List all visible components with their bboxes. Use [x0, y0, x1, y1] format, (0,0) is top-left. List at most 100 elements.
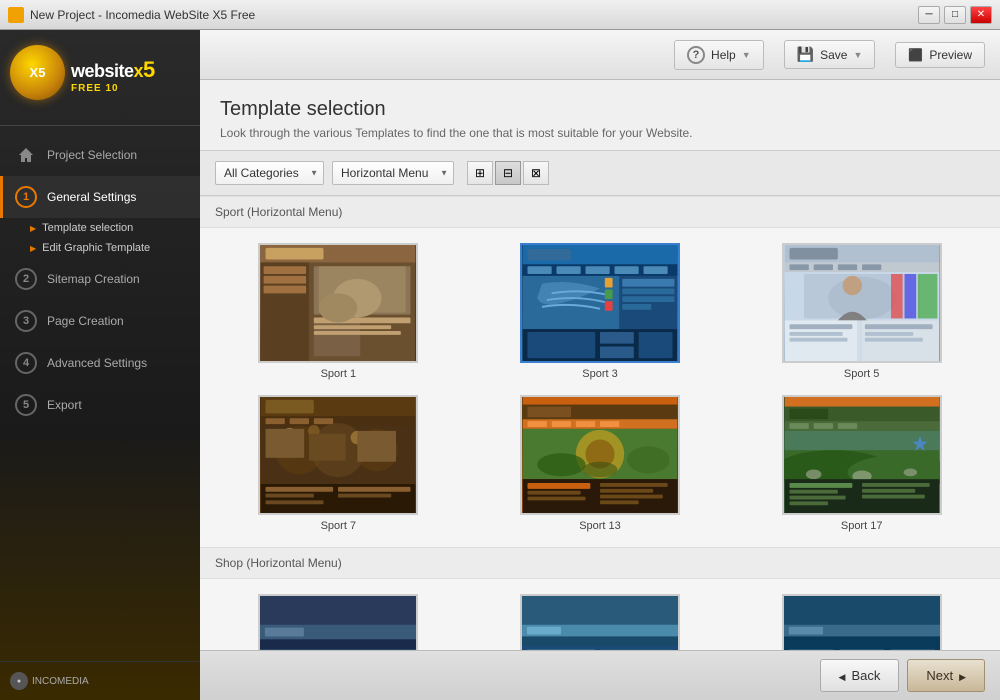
sidebar-item-export[interactable]: 5 Export: [0, 384, 200, 426]
back-button[interactable]: Back: [820, 659, 900, 692]
template-item-sport7[interactable]: Sport 7: [215, 395, 462, 532]
page-description: Look through the various Templates to fi…: [220, 126, 980, 140]
template-thumb-sport13[interactable]: [520, 395, 680, 515]
sidebar-item-page-creation[interactable]: 3 Page Creation: [0, 300, 200, 342]
template-item-shop3[interactable]: Shop 3: [738, 594, 985, 650]
preview-button[interactable]: ⬛ Preview: [895, 42, 985, 68]
page-title: Template selection: [220, 98, 980, 121]
help-button[interactable]: ? Help ▼: [674, 40, 764, 70]
save-button[interactable]: 💾 Save ▼: [784, 40, 876, 69]
sidebar-item-general-settings[interactable]: 1 General Settings: [0, 176, 200, 218]
sidebar-num-1: 1: [15, 186, 37, 208]
preview-label: Preview: [929, 48, 972, 62]
incomedia-badge: ● INCOMEDIA: [10, 672, 89, 690]
sidebar-label-page-creation: Page Creation: [47, 314, 124, 328]
page-header: Template selection Look through the vari…: [200, 80, 1000, 151]
sidebar-footer: ● INCOMEDIA: [0, 661, 200, 700]
sidebar-label-advanced: Advanced Settings: [47, 356, 147, 370]
template-thumb-sport1[interactable]: [258, 243, 418, 363]
save-dropdown-icon: ▼: [853, 50, 862, 60]
home-icon: [15, 144, 37, 166]
sidebar-label-sitemap: Sitemap Creation: [47, 272, 140, 286]
menu-select-wrapper: Horizontal Menu Vertical Menu No Menu: [332, 161, 454, 185]
save-icon: 💾: [797, 46, 814, 63]
back-label: Back: [851, 668, 880, 683]
arrow-icon-2: ▶: [30, 244, 36, 253]
sidebar-subitem-edit-graphic-template[interactable]: ▶ Edit Graphic Template: [20, 238, 200, 258]
next-label: Next: [926, 668, 953, 683]
template-item-sport13[interactable]: Sport 13: [477, 395, 724, 532]
incomedia-icon: ●: [10, 672, 28, 690]
logo-circle: X5: [10, 45, 65, 100]
view-small-button[interactable]: ⊠: [523, 161, 549, 185]
maximize-button[interactable]: □: [944, 6, 966, 24]
template-thumb-sport3[interactable]: [520, 243, 680, 363]
sidebar-item-project-selection[interactable]: Project Selection: [0, 134, 200, 176]
sidebar-num-4: 4: [15, 352, 37, 374]
main-container: X5 websitex5 FREE 10 Project Selection 1…: [0, 30, 1000, 700]
template-grid-shop: Shop 1: [200, 579, 1000, 650]
sidebar-item-advanced-settings[interactable]: 4 Advanced Settings: [0, 342, 200, 384]
template-item-shop1[interactable]: Shop 1: [215, 594, 462, 650]
template-label-sport3: Sport 3: [582, 368, 617, 380]
sidebar-item-sitemap-creation[interactable]: 2 Sitemap Creation: [0, 258, 200, 300]
back-chevron-icon: [839, 668, 846, 683]
next-chevron-icon: [959, 668, 966, 683]
template-thumb-shop1[interactable]: [258, 594, 418, 650]
subitem-label-edit-graphic: Edit Graphic Template: [42, 242, 150, 254]
view-buttons: ⊞ ⊟ ⊠: [467, 161, 549, 185]
sidebar: X5 websitex5 FREE 10 Project Selection 1…: [0, 30, 200, 700]
arrow-icon: ▶: [30, 224, 36, 233]
save-label: Save: [820, 48, 847, 62]
template-thumb-sport17[interactable]: [782, 395, 942, 515]
subitem-label-template: Template selection: [42, 222, 133, 234]
titlebar-title-area: New Project - Incomedia WebSite X5 Free: [8, 7, 255, 23]
template-item-sport1[interactable]: Sport 1: [215, 243, 462, 380]
sidebar-num-2: 2: [15, 268, 37, 290]
template-label-sport17: Sport 17: [841, 520, 883, 532]
template-label-sport13: Sport 13: [579, 520, 621, 532]
template-label-sport5: Sport 5: [844, 368, 879, 380]
menu-select[interactable]: Horizontal Menu Vertical Menu No Menu: [332, 161, 454, 185]
template-thumb-shop2[interactable]: [520, 594, 680, 650]
template-item-shop2[interactable]: Shop 2: [477, 594, 724, 650]
template-thumb-sport5[interactable]: [782, 243, 942, 363]
template-item-sport3[interactable]: Sport 3: [477, 243, 724, 380]
section-label-shop: Shop (Horizontal Menu): [215, 556, 342, 570]
content-area: ? Help ▼ 💾 Save ▼ ⬛ Preview Template sel…: [200, 30, 1000, 700]
minimize-button[interactable]: ─: [918, 6, 940, 24]
category-select[interactable]: All Categories Sport Business Shop: [215, 161, 324, 185]
incomedia-label: INCOMEDIA: [32, 676, 89, 687]
logo-text-area: websitex5 FREE 10: [71, 57, 155, 94]
logo-area: X5 websitex5 FREE 10: [0, 30, 200, 126]
logo-edition: FREE 10: [71, 83, 155, 94]
view-medium-button[interactable]: ⊟: [495, 161, 521, 185]
titlebar: New Project - Incomedia WebSite X5 Free …: [0, 0, 1000, 30]
template-scroll[interactable]: Sport (Horizontal Menu): [200, 196, 1000, 650]
window-controls[interactable]: ─ □ ✕: [918, 6, 992, 24]
titlebar-title: New Project - Incomedia WebSite X5 Free: [30, 8, 255, 22]
bottom-bar: Back Next: [200, 650, 1000, 700]
template-item-sport5[interactable]: Sport 5: [738, 243, 985, 380]
view-large-button[interactable]: ⊞: [467, 161, 493, 185]
sidebar-label-project-selection: Project Selection: [47, 148, 137, 162]
section-header-shop: Shop (Horizontal Menu): [200, 547, 1000, 579]
section-header-sport: Sport (Horizontal Menu): [200, 196, 1000, 228]
help-dropdown-icon: ▼: [742, 50, 751, 60]
app-icon: [8, 7, 24, 23]
sidebar-num-3: 3: [15, 310, 37, 332]
close-button[interactable]: ✕: [970, 6, 992, 24]
sidebar-subitem-template-selection[interactable]: ▶ Template selection: [20, 218, 200, 238]
sidebar-label-export: Export: [47, 398, 82, 412]
template-thumb-sport7[interactable]: [258, 395, 418, 515]
next-button[interactable]: Next: [907, 659, 985, 692]
logo-brand: websitex5: [71, 57, 155, 83]
template-label-sport1: Sport 1: [321, 368, 356, 380]
logo-row: X5 websitex5 FREE 10: [10, 45, 190, 105]
template-item-sport17[interactable]: Sport 17: [738, 395, 985, 532]
sidebar-label-general-settings: General Settings: [47, 190, 136, 204]
template-thumb-shop3[interactable]: [782, 594, 942, 650]
toolbar: ? Help ▼ 💾 Save ▼ ⬛ Preview: [200, 30, 1000, 80]
sub-items: ▶ Template selection ▶ Edit Graphic Temp…: [0, 218, 200, 258]
preview-icon: ⬛: [908, 48, 923, 62]
